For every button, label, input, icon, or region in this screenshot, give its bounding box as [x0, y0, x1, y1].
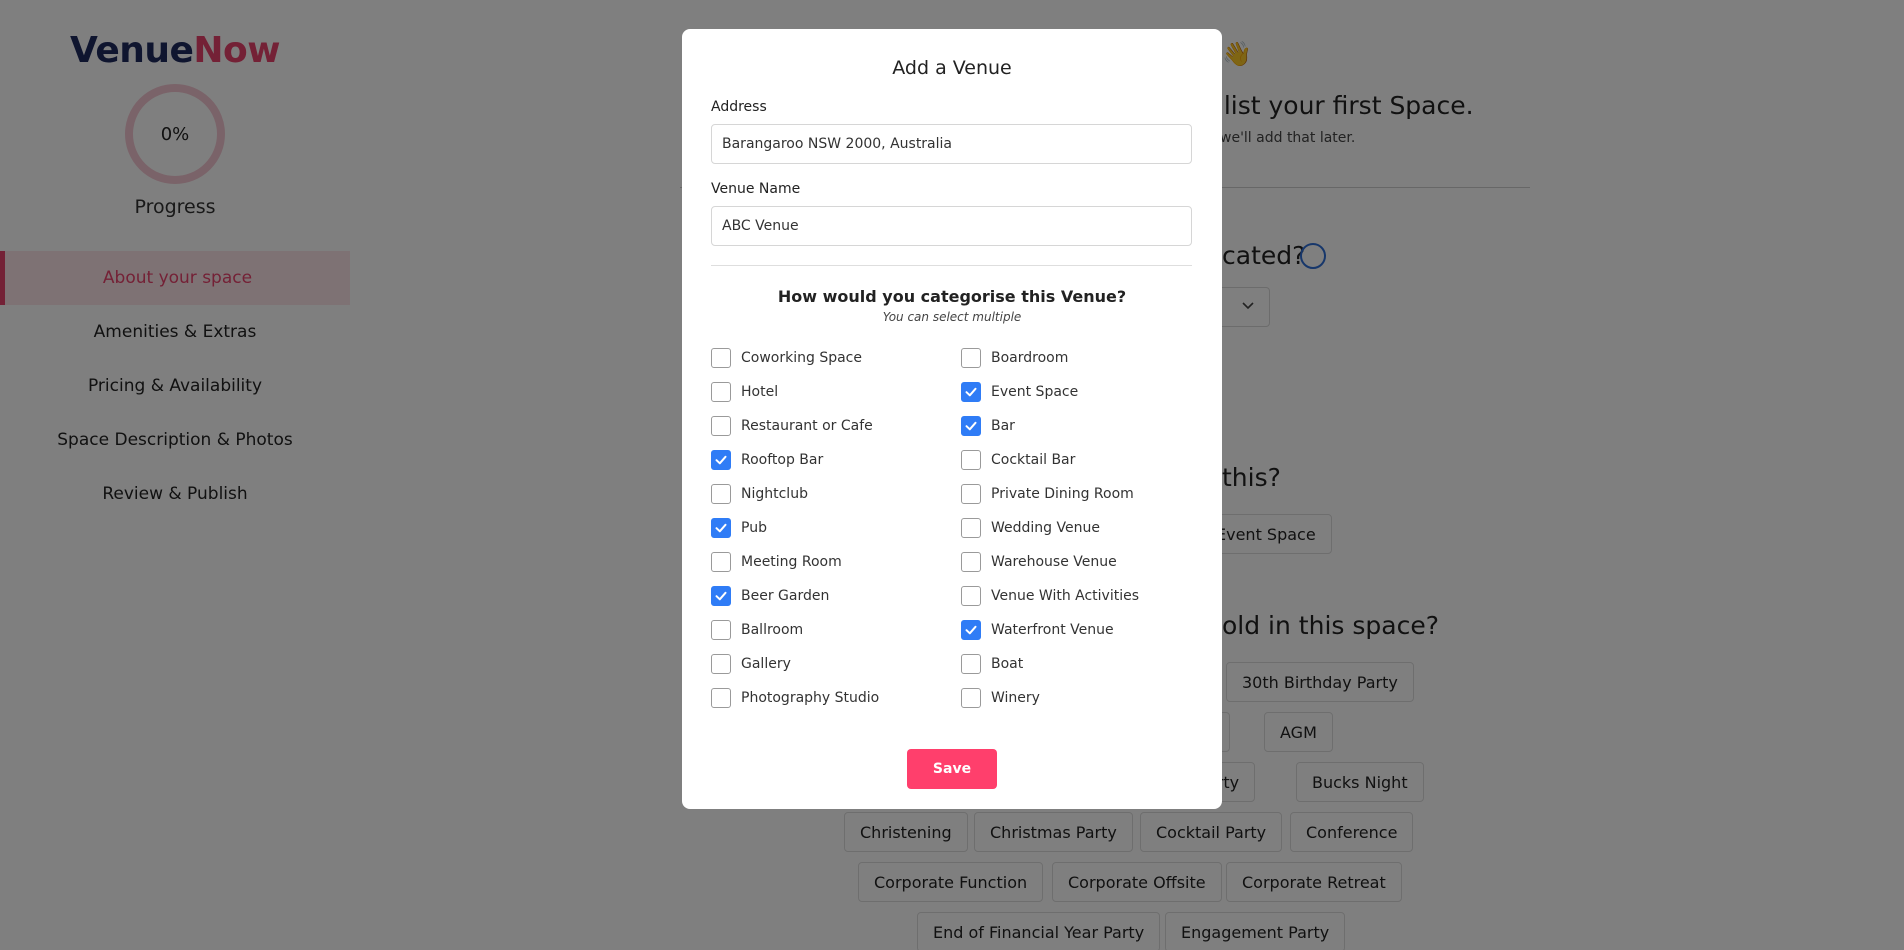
category-label: Meeting Room: [741, 554, 842, 570]
category-subtitle: You can select multiple: [882, 310, 1022, 324]
category-checkbox-boardroom[interactable]: [961, 348, 981, 368]
category-option-beer-garden[interactable]: Beer Garden: [711, 585, 829, 607]
category-checkbox-waterfront-venue[interactable]: [961, 620, 981, 640]
category-option-boat[interactable]: Boat: [961, 653, 1023, 675]
category-checkbox-pub[interactable]: [711, 518, 731, 538]
category-label: Pub: [741, 520, 767, 536]
category-label: Winery: [991, 690, 1040, 706]
category-option-warehouse-venue[interactable]: Warehouse Venue: [961, 551, 1117, 573]
category-label: Coworking Space: [741, 350, 862, 366]
category-label: Gallery: [741, 656, 791, 672]
modal-divider: [711, 265, 1192, 266]
category-option-venue-with-activities[interactable]: Venue With Activities: [961, 585, 1139, 607]
venue-name-label: Venue Name: [711, 181, 801, 197]
category-checkbox-venue-with-activities[interactable]: [961, 586, 981, 606]
category-checkbox-boat[interactable]: [961, 654, 981, 674]
category-label: Warehouse Venue: [991, 554, 1117, 570]
category-option-wedding-venue[interactable]: Wedding Venue: [961, 517, 1100, 539]
category-checkbox-meeting-room[interactable]: [711, 552, 731, 572]
category-title: How would you categorise this Venue?: [777, 287, 1127, 306]
category-checkbox-restaurant-or-cafe[interactable]: [711, 416, 731, 436]
category-label: Restaurant or Cafe: [741, 418, 873, 434]
category-checkbox-ballroom[interactable]: [711, 620, 731, 640]
category-option-restaurant-or-cafe[interactable]: Restaurant or Cafe: [711, 415, 873, 437]
category-label: Bar: [991, 418, 1015, 434]
category-checkbox-rooftop-bar[interactable]: [711, 450, 731, 470]
category-label: Venue With Activities: [991, 588, 1140, 604]
category-option-ballroom[interactable]: Ballroom: [711, 619, 803, 641]
category-label: Boardroom: [991, 350, 1069, 366]
category-option-rooftop-bar[interactable]: Rooftop Bar: [711, 449, 823, 471]
category-label: Ballroom: [741, 622, 804, 638]
category-label: Boat: [991, 656, 1024, 672]
category-label: Hotel: [741, 384, 779, 400]
add-venue-modal: Add a Venue Address Venue Name How would…: [682, 29, 1222, 809]
category-label: Private Dining Room: [991, 486, 1134, 502]
category-option-cocktail-bar[interactable]: Cocktail Bar: [961, 449, 1075, 471]
venue-name-input[interactable]: [711, 206, 1192, 246]
category-label: Beer Garden: [741, 588, 830, 604]
category-option-event-space[interactable]: Event Space: [961, 381, 1078, 403]
category-option-boardroom[interactable]: Boardroom: [961, 347, 1068, 369]
checkmark-icon: [965, 625, 977, 635]
category-label: Nightclub: [741, 486, 808, 502]
category-option-pub[interactable]: Pub: [711, 517, 767, 539]
category-option-meeting-room[interactable]: Meeting Room: [711, 551, 842, 573]
category-option-gallery[interactable]: Gallery: [711, 653, 791, 675]
category-label: Wedding Venue: [991, 520, 1100, 536]
address-input[interactable]: [711, 124, 1192, 164]
category-checkbox-nightclub[interactable]: [711, 484, 731, 504]
category-label: Rooftop Bar: [741, 452, 824, 468]
category-option-nightclub[interactable]: Nightclub: [711, 483, 808, 505]
category-checkbox-cocktail-bar[interactable]: [961, 450, 981, 470]
checkmark-icon: [965, 387, 977, 397]
category-checkbox-gallery[interactable]: [711, 654, 731, 674]
category-checkbox-winery[interactable]: [961, 688, 981, 708]
address-label: Address: [711, 99, 767, 115]
category-checkbox-bar[interactable]: [961, 416, 981, 436]
category-option-private-dining-room[interactable]: Private Dining Room: [961, 483, 1134, 505]
category-checkbox-event-space[interactable]: [961, 382, 981, 402]
category-label: Waterfront Venue: [991, 622, 1114, 638]
checkmark-icon: [965, 421, 977, 431]
category-checkbox-warehouse-venue[interactable]: [961, 552, 981, 572]
category-option-photography-studio[interactable]: Photography Studio: [711, 687, 879, 709]
category-checkbox-private-dining-room[interactable]: [961, 484, 981, 504]
category-option-coworking-space[interactable]: Coworking Space: [711, 347, 862, 369]
category-label: Photography Studio: [741, 690, 880, 706]
checkmark-icon: [715, 455, 727, 465]
category-option-winery[interactable]: Winery: [961, 687, 1040, 709]
category-checkbox-hotel[interactable]: [711, 382, 731, 402]
modal-title: Add a Venue: [892, 57, 1012, 79]
category-option-waterfront-venue[interactable]: Waterfront Venue: [961, 619, 1114, 641]
category-checkbox-wedding-venue[interactable]: [961, 518, 981, 538]
category-checkbox-coworking-space[interactable]: [711, 348, 731, 368]
category-label: Cocktail Bar: [991, 452, 1076, 468]
checkmark-icon: [715, 523, 727, 533]
category-option-hotel[interactable]: Hotel: [711, 381, 778, 403]
category-checkbox-beer-garden[interactable]: [711, 586, 731, 606]
save-button[interactable]: Save: [907, 749, 997, 789]
category-option-bar[interactable]: Bar: [961, 415, 1015, 437]
category-label: Event Space: [991, 384, 1079, 400]
checkmark-icon: [715, 591, 727, 601]
category-checkbox-photography-studio[interactable]: [711, 688, 731, 708]
